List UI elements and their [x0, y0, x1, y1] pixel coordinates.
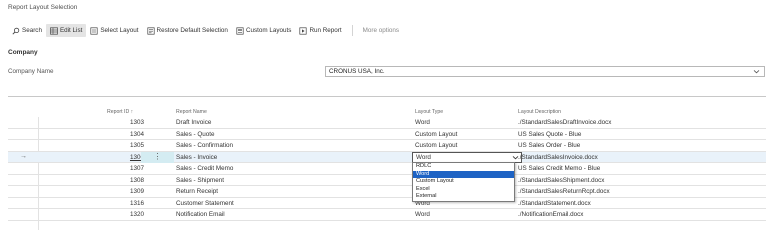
column-header-report-id[interactable]: Report ID ↑	[107, 109, 133, 115]
layout-type-cell[interactable]: Word	[415, 211, 430, 218]
company-name-label: Company Name	[8, 68, 54, 75]
report-name-cell: Sales - Quote	[176, 130, 215, 138]
restore-icon	[146, 26, 155, 35]
report-name-cell: Notification Email	[176, 211, 225, 218]
dropdown-option-rdlc[interactable]: RDLC	[413, 163, 514, 171]
more-options-button[interactable]: More options	[359, 24, 403, 37]
report-id-cell[interactable]: 1309	[106, 188, 144, 195]
table-row[interactable]: 1320 Notification Email Word ./Notificat…	[8, 209, 766, 221]
action-toolbar: Search Edit List Select Layout Restore D…	[8, 24, 403, 37]
layout-description-cell: US Sales Order - Blue	[518, 142, 581, 149]
report-id-cell[interactable]: 1316	[106, 200, 144, 207]
report-id-cell[interactable]: 1306	[106, 154, 144, 161]
layout-description-cell: ./NotificationEmail.docx	[518, 211, 584, 218]
layout-description-cell: ./StandardSalesInvoice.docx	[518, 153, 598, 161]
layout-description-cell: ./StandardStatement.docx	[518, 199, 591, 207]
company-section-heading: Company	[8, 49, 38, 56]
row-actions-ellipsis-icon[interactable]: ⋮	[141, 151, 174, 163]
report-id-cell[interactable]: 1320	[106, 211, 144, 218]
custom-layouts-icon	[236, 26, 244, 35]
dropdown-option-excel[interactable]: Excel	[413, 186, 514, 194]
toolbar-divider	[351, 25, 353, 36]
layout-description-cell: US Sales Quote - Blue	[518, 130, 582, 138]
dropdown-option-external[interactable]: External	[413, 193, 514, 201]
layout-type-select-value: Word	[416, 153, 431, 161]
layout-description-cell: ./StandardSalesReturnRcpt.docx	[518, 188, 610, 195]
restore-default-selection-label: Restore Default Selection	[156, 27, 228, 34]
select-layout-icon	[90, 26, 98, 35]
select-layout-button[interactable]: Select Layout	[86, 24, 142, 37]
report-name-cell: Sales - Invoice	[176, 153, 218, 161]
column-header-report-name[interactable]: Report Name	[176, 109, 207, 115]
table-row[interactable]: 1303 Draft Invoice Word ./StandardSalesD…	[8, 117, 766, 129]
report-id-cell[interactable]: 1308	[106, 177, 144, 184]
sort-ascending-icon: ↑	[130, 109, 134, 115]
search-button-label: Search	[22, 27, 42, 34]
table-row[interactable]: 1309 Return Receipt ./StandardSalesRetur…	[8, 186, 766, 198]
layout-description-cell: US Sales Credit Memo - Blue	[518, 165, 601, 172]
table-row[interactable]: 1304 Sales - Quote Custom Layout US Sale…	[8, 129, 766, 140]
run-report-label: Run Report	[309, 27, 342, 34]
custom-layouts-label: Custom Layouts	[245, 27, 292, 34]
report-name-cell: Sales - Confirmation	[176, 142, 234, 149]
layout-description-cell: ./StandardSalesShipment.docx	[518, 176, 605, 184]
table-row[interactable]: 1308 Sales - Shipment ./StandardSalesShi…	[8, 175, 766, 186]
report-name-cell: Customer Statement	[176, 199, 234, 207]
table-row[interactable]: 1307 Sales - Credit Memo US Sales Credit…	[8, 163, 766, 175]
section-divider	[8, 96, 766, 97]
page-title: Report Layout Selection	[8, 4, 78, 11]
report-name-cell: Sales - Credit Memo	[176, 165, 234, 172]
edit-list-icon	[50, 26, 58, 35]
restore-default-selection-button[interactable]: Restore Default Selection	[143, 24, 232, 37]
search-icon	[12, 27, 20, 35]
column-header-layout-description[interactable]: Layout Description	[518, 109, 561, 115]
layout-type-cell[interactable]: Custom Layout	[415, 142, 457, 149]
row-selected-arrow-icon: →	[20, 152, 27, 160]
layout-description-cell: ./StandardSalesDraftInvoice.docx	[518, 119, 612, 126]
report-name-cell: Return Receipt	[176, 188, 218, 195]
report-name-cell: Draft Invoice	[176, 119, 212, 126]
table-row[interactable]: 1305 Sales - Confirmation Custom Layout …	[8, 140, 766, 152]
search-button[interactable]: Search	[8, 24, 46, 37]
grid-header: Report ID ↑ Report Name Layout Type Layo…	[8, 107, 766, 117]
dropdown-option-word[interactable]: Word	[413, 170, 514, 178]
run-report-button[interactable]: Run Report	[295, 24, 345, 37]
report-id-cell[interactable]: 1305	[106, 142, 144, 149]
layout-type-cell[interactable]: Word	[415, 119, 430, 126]
company-name-value: CRONUS USA, Inc.	[329, 68, 385, 75]
report-id-cell[interactable]: 1307	[106, 165, 144, 172]
table-row[interactable]: 1316 Customer Statement Word ./StandardS…	[8, 198, 766, 209]
run-report-icon	[299, 26, 307, 35]
custom-layouts-button[interactable]: Custom Layouts	[232, 24, 296, 37]
edit-list-button-label: Edit List	[59, 27, 83, 34]
layout-type-dropdown-list: RDLC Word Custom Layout Excel External	[412, 162, 515, 202]
edit-list-button[interactable]: Edit List	[45, 24, 87, 37]
report-id-cell[interactable]: 1304	[106, 131, 144, 138]
column-header-layout-type[interactable]: Layout Type	[415, 109, 443, 115]
select-layout-button-label: Select Layout	[100, 27, 139, 34]
layout-type-cell[interactable]: Custom Layout	[415, 131, 457, 138]
dropdown-option-custom-layout[interactable]: Custom Layout	[413, 178, 514, 186]
company-name-select[interactable]: CRONUS USA, Inc.	[325, 66, 765, 77]
table-row-selected[interactable]: → 1306 ⋮ Sales - Invoice Word ./Standard…	[8, 151, 766, 163]
report-id-cell[interactable]: 1303	[106, 119, 144, 126]
layout-type-select[interactable]: Word	[412, 151, 522, 163]
report-name-cell: Sales - Shipment	[176, 176, 224, 184]
chevron-down-icon	[753, 68, 760, 77]
